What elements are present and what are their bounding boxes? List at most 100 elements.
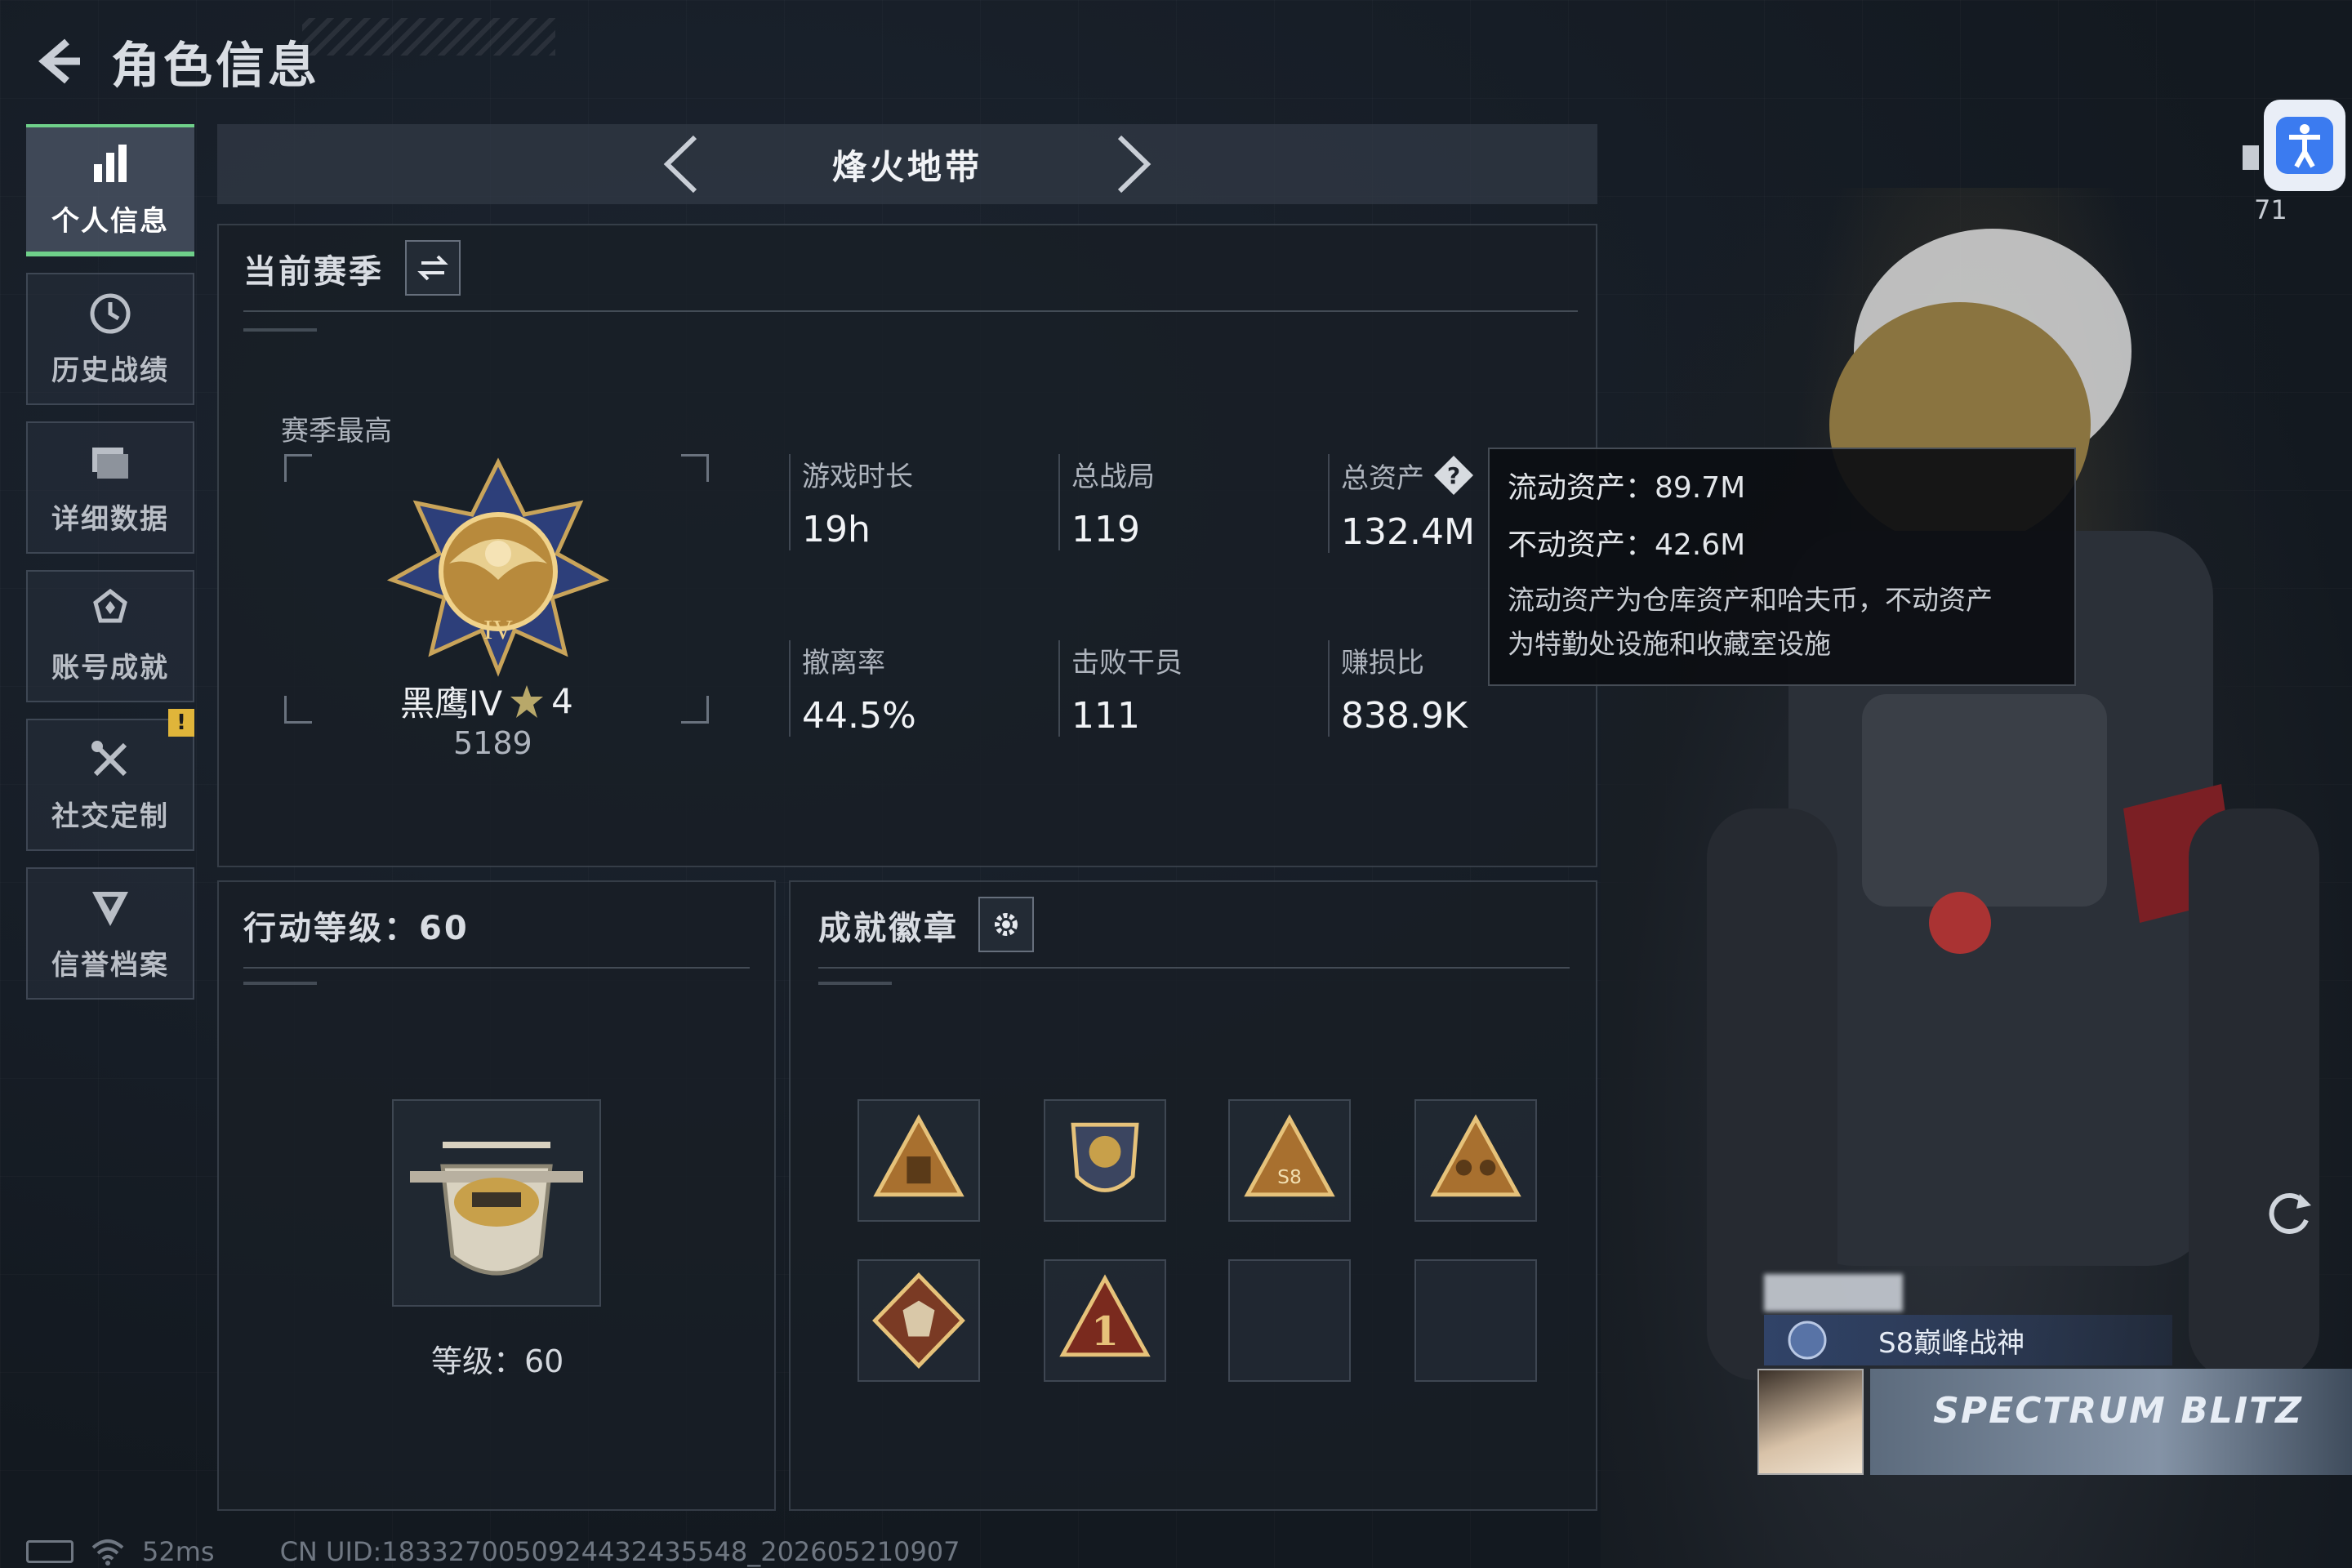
stat-label: 总资产 [1341,461,1424,495]
badge-empty[interactable] [1414,1259,1537,1382]
ping-text: 52ms [142,1536,215,1567]
banner-logo: SPECTRUM BLITZ [1933,1390,2303,1432]
sidebar-item-label: 详细数据 [51,502,169,536]
liquid-assets: 流动资产：89.7M [1508,471,1746,505]
help-icon[interactable]: ? [1432,454,1475,497]
map-selector: 烽火地带 [217,124,1597,204]
tools-icon [91,740,127,776]
badge-shield-wings[interactable] [1044,1099,1166,1222]
accessibility-icon [2276,117,2333,174]
stat-label: 撤离率 [802,647,885,679]
s8-triangle-badge-icon: S8 [1244,1114,1335,1197]
header: 角色信息 [24,24,320,98]
rank-name: 黑鹰IV 4 [400,676,573,726]
player-banner: SPECTRUM BLITZ [1870,1369,2352,1475]
sidebar-item-details[interactable]: 详细数据 [26,421,194,554]
avatar [1757,1369,1864,1475]
divider [243,967,750,969]
chevron-left-icon [663,135,697,194]
title-decoration [302,18,555,56]
rank-stars: 4 [551,681,573,721]
star-icon [510,684,544,718]
divider [818,967,1570,969]
stat-label: 总战局 [1071,461,1155,493]
accessibility-button[interactable] [2264,100,2345,191]
badges-title: 成就徽章 [818,910,959,947]
assets-tooltip: 流动资产：89.7M 不动资产：42.6M 流动资产为仓库资产和哈夫币，不动资产… [1488,448,2076,686]
player-title-banner: S8巅峰战神 [1764,1315,2172,1365]
soldiers-triangle-badge-icon [1430,1114,1521,1197]
fixed-assets: 不动资产：42.6M [1508,528,1746,562]
season-switch-button[interactable] [405,240,461,296]
season-title: 当前赛季 [243,253,384,291]
triangle-badge-icon [873,1114,964,1197]
stat-profit-ratio: 赚损比 838.9K [1328,640,1468,737]
badge-wolf-diamond[interactable] [858,1259,980,1382]
badge-triangle[interactable] [858,1099,980,1222]
sidebar-item-label: 信誉档案 [51,948,169,982]
sidebar-item-label: 历史战绩 [51,354,169,387]
season-best-label: 赛季最高 [281,415,392,448]
level-text: 等级：60 [431,1343,564,1379]
prev-map-button[interactable] [653,131,710,197]
rank-one-badge-icon: 1 [1059,1274,1151,1357]
level-emblem [392,1099,601,1307]
shield-wings-badge-icon [1071,1122,1139,1192]
rank-emblem-icon: IV [386,457,610,677]
stat-value: 111 [1071,695,1140,737]
tooltip-desc-line1: 流动资产为仓库资产和哈夫币，不动资产 [1508,584,1993,616]
wifi-icon [91,1539,124,1566]
sidebar-item-reputation[interactable]: 信誉档案 [26,867,194,1000]
warning-badge: ! [168,709,194,737]
badge-rank-one[interactable]: 1 [1044,1259,1166,1382]
page-title: 角色信息 [111,37,320,95]
wolf-diamond-badge-icon [872,1272,965,1369]
stat-value: 44.5% [802,695,916,737]
badges-settings-button[interactable] [978,897,1034,952]
sidebar-item-personal-info[interactable]: 个人信息 [26,124,194,256]
svg-text:?: ? [1447,462,1460,489]
stat-total-matches: 总战局 119 [1058,454,1155,550]
stat-total-assets: 总资产 ? 132.4M [1328,454,1475,553]
uid-text: CN UID:1833270050924432435548_2026052109… [279,1536,960,1567]
badge-soldiers-triangle[interactable] [1414,1099,1537,1222]
sidebar-item-social[interactable]: ! 社交定制 [26,709,194,851]
sidebar: 个人信息 历史战绩 详细数据 账号成就 ! 社交定制 信誉档案 [26,124,194,1016]
swap-icon [417,255,448,281]
stat-value: 19h [802,509,871,550]
tooltip-desc-line2: 为特勤处设施和收藏室设施 [1508,628,1831,660]
rank-title: 黑鹰IV [400,684,503,724]
stat-value: 838.9K [1341,695,1468,737]
action-level-title: 行动等级：60 [243,910,470,947]
gear-icon [995,913,1018,936]
player-name-blurred [1764,1274,1903,1312]
svg-text:IV: IV [483,615,513,645]
history-icon [90,293,131,333]
back-arrow-icon [38,38,80,84]
stat-extraction-rate: 撤离率 44.5% [789,640,916,737]
divider-accent [243,328,317,332]
next-map-button[interactable] [1105,131,1162,197]
footer: 52ms CN UID:1833270050924432435548_20260… [26,1535,960,1568]
bar-chart-icon [94,144,127,182]
map-name: 烽火地带 [831,146,982,187]
back-button[interactable] [24,29,90,94]
stat-value: 132.4M [1341,511,1475,553]
badge-empty[interactable] [1228,1259,1351,1382]
sidebar-item-label: 社交定制 [51,800,169,833]
divider-accent [818,982,892,985]
helicopter-emblem-icon [410,1142,583,1276]
player-title: S8巅峰战神 [1878,1326,2025,1360]
signal-count: 71 [2254,194,2287,225]
badge-s8-triangle[interactable]: S8 [1228,1099,1351,1222]
chevron-right-icon [1117,135,1152,194]
folder-icon [92,447,128,479]
player-card[interactable]: S8巅峰战神 SPECTRUM BLITZ [1748,1274,2352,1535]
stat-value: 119 [1071,509,1140,550]
sidebar-item-history[interactable]: 历史战绩 [26,273,194,405]
sidebar-item-achievements[interactable]: 账号成就 [26,570,194,702]
rotate-icon[interactable] [2261,1186,2318,1243]
stat-label-row: 总资产 ? [1341,454,1475,497]
stat-operators-defeated: 击败干员 111 [1058,640,1183,737]
stat-label: 游戏时长 [802,461,913,493]
